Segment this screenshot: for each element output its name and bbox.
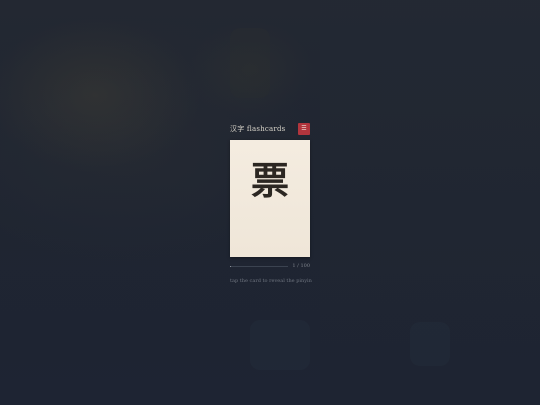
menu-button[interactable]: ☰ bbox=[298, 123, 310, 135]
progress-bar bbox=[230, 265, 289, 267]
flashcard[interactable]: 票 bbox=[230, 140, 310, 257]
background-decoration bbox=[410, 322, 450, 366]
hint-text: tap the card to reveal the pinyin bbox=[230, 278, 312, 284]
progress-row: 1 / 100 bbox=[230, 263, 310, 269]
progress-fill bbox=[230, 265, 231, 267]
menu-icon: ☰ bbox=[301, 125, 307, 132]
app-background: 汉字 flashcards ☰ 票 1 / 100 tap the card t… bbox=[0, 0, 540, 405]
background-decoration bbox=[230, 28, 270, 98]
card-counter: 1 / 100 bbox=[292, 263, 310, 269]
background-decoration bbox=[250, 320, 310, 370]
widget-header: 汉字 flashcards ☰ bbox=[230, 123, 310, 135]
flashcard-widget: 汉字 flashcards ☰ 票 1 / 100 tap the card t… bbox=[230, 123, 312, 284]
app-title: 汉字 flashcards bbox=[230, 125, 286, 133]
hanzi-character: 票 bbox=[250, 158, 289, 203]
